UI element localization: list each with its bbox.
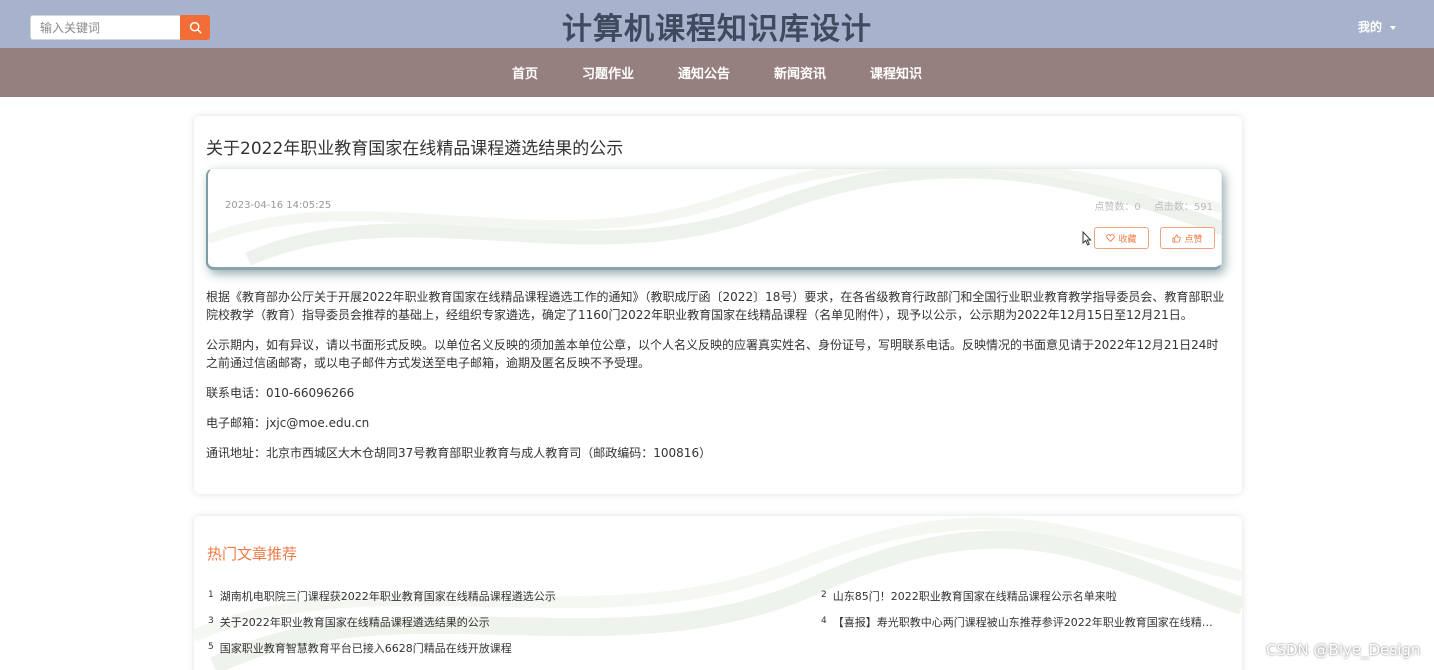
article-card: 关于2022年职业教育国家在线精品课程遴选结果的公示 2023-04-16 14… — [194, 116, 1242, 494]
nav-item-exercises[interactable]: 习题作业 — [582, 63, 634, 82]
article-body: 根据《教育部办公厅关于开展2022年职业教育国家在线精品课程遴选工作的通知》（教… — [206, 288, 1228, 474]
hot-article-item[interactable]: 4 【喜报】寿光职教中心两门课程被山东推荐参评2022年职业教育国家在线精品课程 — [821, 614, 1218, 630]
like-label: 点赞 — [1184, 234, 1203, 245]
article-title: 关于2022年职业教育国家在线精品课程遴选结果的公示 — [206, 139, 624, 159]
caret-down-icon — [1390, 25, 1397, 30]
like-button[interactable]: 点赞 — [1160, 227, 1215, 249]
favorite-label: 收藏 — [1118, 234, 1137, 245]
nav-item-home[interactable]: 首页 — [512, 63, 538, 82]
thumbs-up-icon — [1172, 233, 1182, 243]
hot-article-item[interactable]: 3 关于2022年职业教育国家在线精品课程遴选结果的公示 — [208, 614, 490, 630]
hot-article-link[interactable]: 关于2022年职业教育国家在线精品课程遴选结果的公示 — [220, 614, 490, 630]
main-nav: 首页 习题作业 通知公告 新闻资讯 课程知识 — [0, 48, 1434, 97]
hot-article-rank: 2 — [821, 590, 827, 600]
hot-articles-card: 热门文章推荐 1 湖南机电职院三门课程获2022年职业教育国家在线精品课程遴选公示… — [194, 516, 1242, 670]
hot-article-link[interactable]: 【喜报】寿光职教中心两门课程被山东推荐参评2022年职业教育国家在线精品课程 — [833, 614, 1218, 630]
nav-item-news[interactable]: 新闻资讯 — [774, 63, 826, 82]
hot-article-link[interactable]: 湖南机电职院三门课程获2022年职业教育国家在线精品课程遴选公示 — [220, 588, 556, 604]
hot-article-rank: 4 — [821, 616, 827, 626]
hot-article-item[interactable]: 5 国家职业教育智慧教育平台已接入6628门精品在线开放课程 — [208, 640, 512, 656]
article-paragraph: 根据《教育部办公厅关于开展2022年职业教育国家在线精品课程遴选工作的通知》（教… — [206, 290, 1225, 322]
like-count: 点赞数：0 — [1094, 202, 1141, 213]
contact-address: 通讯地址：北京市西城区大木仓胡同37号教育部职业教育与成人教育司（邮政编码：10… — [206, 446, 712, 460]
favorite-button[interactable]: 收藏 — [1094, 227, 1149, 249]
hot-article-link[interactable]: 山东85门！2022职业教育国家在线精品课程公示名单来啦 — [833, 588, 1117, 604]
article-meta-box: 2023-04-16 14:05:25 点赞数：0 点击数：591 收藏 点赞 — [206, 168, 1222, 270]
user-menu[interactable]: 我的 — [1358, 18, 1397, 35]
watermark-text: CSDN @Biye_Design — [1266, 641, 1421, 659]
hot-article-rank: 3 — [208, 616, 214, 626]
site-title: 计算机课程知识库设计 — [562, 12, 872, 47]
contact-phone: 联系电话：010-66096266 — [206, 386, 355, 400]
top-header: 计算机课程知识库设计 我的 — [0, 0, 1434, 48]
article-stats: 点赞数：0 点击数：591 — [1084, 198, 1213, 213]
hot-articles-title: 热门文章推荐 — [207, 545, 298, 563]
hot-article-item[interactable]: 1 湖南机电职院三门课程获2022年职业教育国家在线精品课程遴选公示 — [208, 588, 556, 604]
contact-email: 电子邮箱：jxjc@moe.edu.cn — [206, 416, 370, 430]
hot-article-link[interactable]: 国家职业教育智慧教育平台已接入6628门精品在线开放课程 — [220, 640, 512, 656]
heart-icon — [1106, 234, 1116, 242]
nav-item-course-knowledge[interactable]: 课程知识 — [870, 63, 922, 82]
user-menu-label: 我的 — [1358, 20, 1383, 34]
article-datetime: 2023-04-16 14:05:25 — [225, 200, 332, 211]
hot-article-rank: 5 — [208, 642, 214, 652]
decorative-wave-background — [208, 169, 1221, 266]
nav-item-notices[interactable]: 通知公告 — [678, 63, 730, 82]
hot-article-item[interactable]: 2 山东85门！2022职业教育国家在线精品课程公示名单来啦 — [821, 588, 1117, 604]
hot-article-rank: 1 — [208, 590, 214, 600]
mouse-pointer-icon — [1082, 230, 1092, 250]
article-paragraph: 公示期内，如有异议，请以书面形式反映。以单位名义反映的须加盖本单位公章，以个人名… — [206, 338, 1219, 370]
click-count: 点击数：591 — [1153, 202, 1213, 213]
